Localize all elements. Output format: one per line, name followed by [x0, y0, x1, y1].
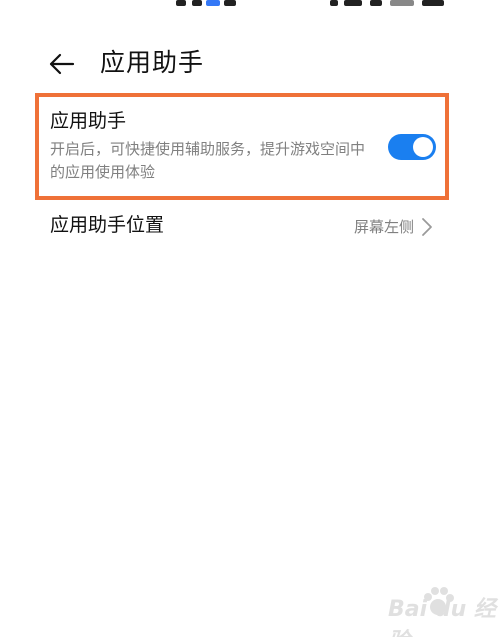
baidu-watermark: Bai du 经验	[388, 581, 498, 637]
setting-value: 屏幕左侧	[353, 218, 414, 236]
status-bar-right-icons	[330, 0, 445, 6]
status-bar	[0, 0, 500, 6]
arrow-left-icon	[49, 53, 75, 75]
watermark-text: Bai du 经验	[388, 597, 496, 637]
setting-row-app-assistant[interactable]: 应用助手 开启后，可快捷使用辅助服务，提升游戏空间中的应用使用体验	[50, 108, 450, 186]
setting-row-assistant-position[interactable]: 应用助手位置 屏幕左侧	[50, 210, 450, 242]
setting-title: 应用助手位置	[50, 214, 165, 236]
back-button[interactable]	[44, 48, 80, 80]
status-bar-left-icons	[176, 0, 238, 6]
setting-title: 应用助手	[50, 110, 127, 132]
page-title: 应用助手	[100, 48, 205, 77]
header: 应用助手	[0, 40, 500, 88]
toggle-knob	[413, 137, 433, 157]
setting-description: 开启后，可快捷使用辅助服务，提升游戏空间中的应用使用体验	[50, 140, 366, 181]
app-assistant-toggle[interactable]	[388, 134, 436, 160]
settings-screen: 应用助手 应用助手 开启后，可快捷使用辅助服务，提升游戏空间中的应用使用体验 应…	[0, 0, 500, 637]
chevron-right-icon	[422, 218, 432, 236]
